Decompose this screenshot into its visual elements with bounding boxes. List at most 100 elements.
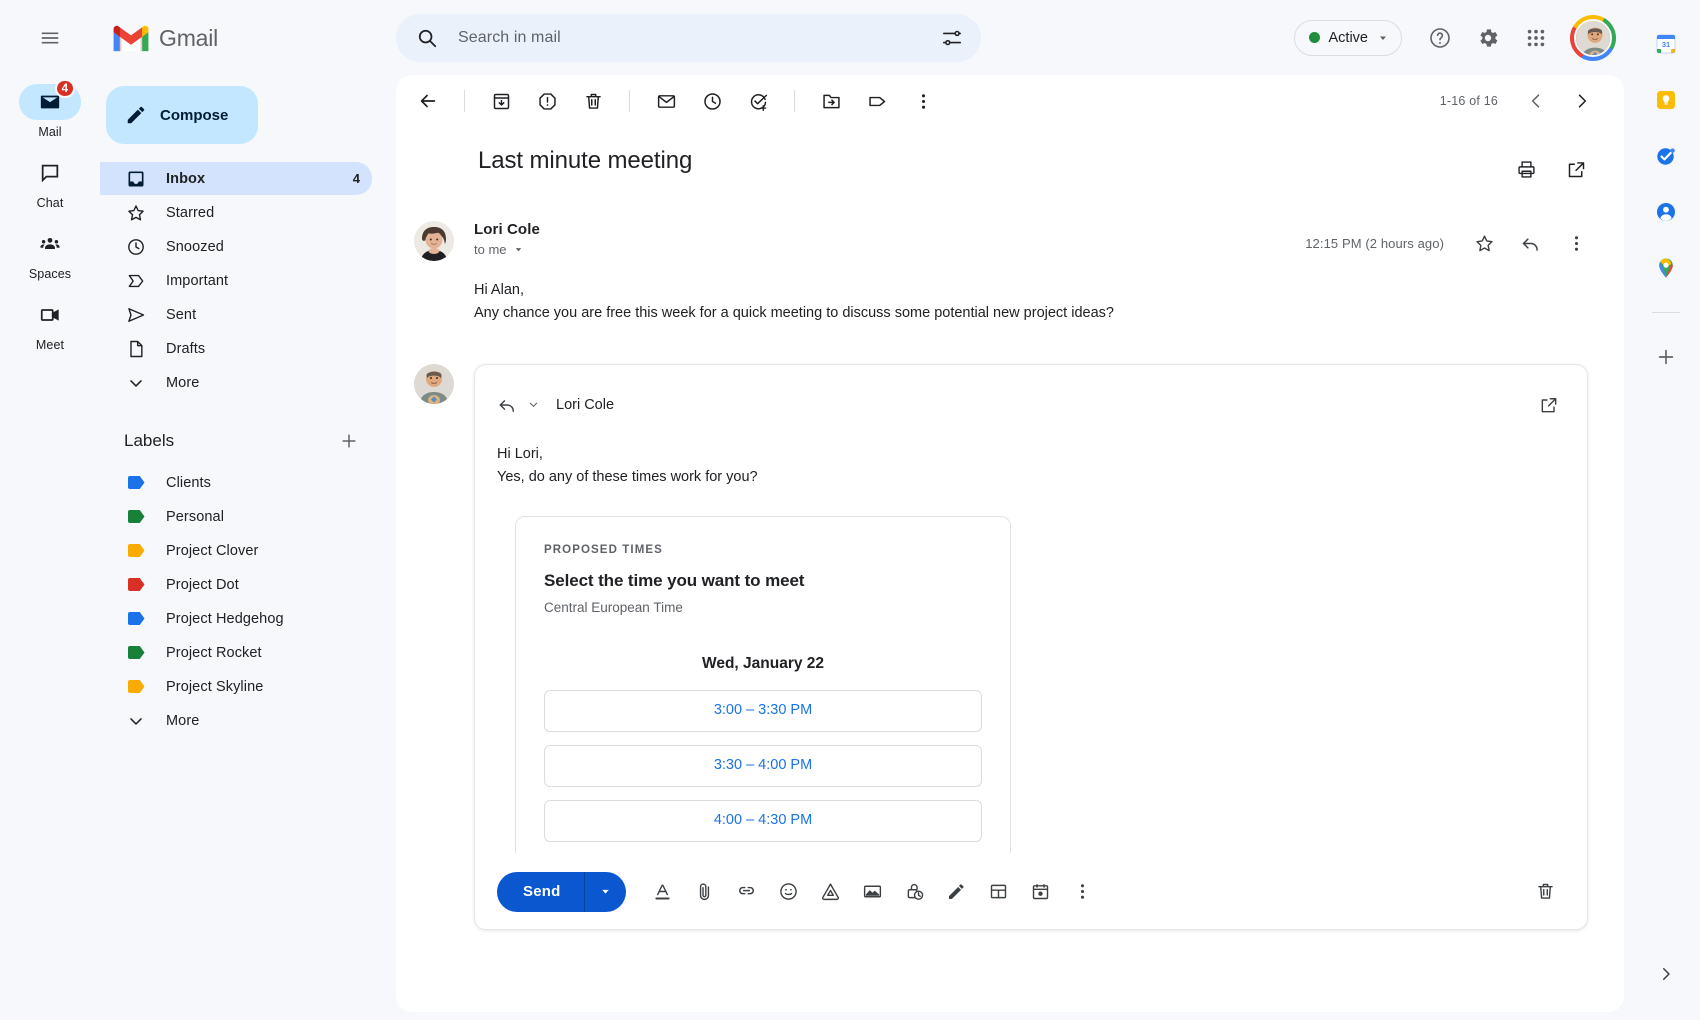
sidebar-item-drafts[interactable]: Drafts xyxy=(100,332,372,365)
insert-drive-icon[interactable] xyxy=(810,872,850,912)
label-name: Project Rocket xyxy=(166,645,372,661)
toolbar-divider xyxy=(464,90,465,112)
trash-icon[interactable] xyxy=(571,79,615,123)
reply-arrow-icon[interactable] xyxy=(497,395,517,415)
sidebar-item-snoozed[interactable]: Snoozed xyxy=(100,230,372,263)
caret-down-icon[interactable] xyxy=(527,398,540,411)
insert-photo-icon[interactable] xyxy=(852,872,892,912)
insert-emoji-icon[interactable] xyxy=(768,872,808,912)
sidebar-label-more: More xyxy=(166,375,372,391)
chevron-right-icon[interactable] xyxy=(1646,954,1686,994)
label-tag-icon[interactable] xyxy=(855,79,899,123)
labels-more-item[interactable]: More xyxy=(100,704,372,737)
recipient-toggle[interactable]: to me xyxy=(474,242,540,257)
thread-scroll-area[interactable]: Last minute meeting xyxy=(396,127,1624,1012)
snooze-clock-icon[interactable] xyxy=(690,79,734,123)
sidebar-item-sent[interactable]: Sent xyxy=(100,298,372,331)
status-active-chip[interactable]: Active xyxy=(1294,20,1403,56)
reply-arrow-icon[interactable] xyxy=(1508,221,1552,265)
back-arrow-icon[interactable] xyxy=(406,79,450,123)
message-header: Lori Cole to me 12:15 PM (2 hours ago) xyxy=(396,191,1624,265)
set-up-meeting-icon[interactable] xyxy=(1020,872,1060,912)
plus-icon[interactable] xyxy=(1646,337,1686,377)
add-to-tasks-icon[interactable] xyxy=(736,79,780,123)
google-calendar-icon[interactable]: 31 xyxy=(1646,24,1686,64)
proposed-times-title: Select the time you want to meet xyxy=(544,567,982,595)
report-spam-icon[interactable] xyxy=(525,79,569,123)
plus-icon[interactable] xyxy=(334,426,364,456)
more-vertical-icon[interactable] xyxy=(1554,221,1598,265)
label-item-project-rocket[interactable]: Project Rocket xyxy=(100,636,372,669)
label-item-project-clover[interactable]: Project Clover xyxy=(100,534,372,567)
compose-recipient[interactable]: Lori Cole xyxy=(556,397,614,413)
top-bar: Search in mail Active xyxy=(388,0,1632,75)
apps-grid-icon[interactable] xyxy=(1514,16,1558,60)
help-question-icon[interactable] xyxy=(1418,16,1462,60)
confidential-mode-icon[interactable] xyxy=(894,872,934,912)
label-item-project-skyline[interactable]: Project Skyline xyxy=(100,670,372,703)
rail-item-mail[interactable]: 4 Mail xyxy=(14,84,86,139)
label-item-personal[interactable]: Personal xyxy=(100,500,372,533)
mark-unread-icon[interactable] xyxy=(644,79,688,123)
rail-item-meet[interactable]: Meet xyxy=(14,297,86,352)
gmail-logo: Gmail xyxy=(100,14,388,62)
search-input[interactable]: Search in mail xyxy=(396,14,981,62)
google-maps-icon[interactable] xyxy=(1646,248,1686,288)
send-options-caret-down-icon[interactable] xyxy=(585,885,626,898)
rail-item-chat[interactable]: Chat xyxy=(14,155,86,210)
archive-icon[interactable] xyxy=(479,79,523,123)
move-to-folder-icon[interactable] xyxy=(809,79,853,123)
chevron-left-icon[interactable] xyxy=(1514,79,1558,123)
layout-template-icon[interactable] xyxy=(978,872,1018,912)
rail-label-meet: Meet xyxy=(36,338,64,352)
more-vertical-icon[interactable] xyxy=(901,79,945,123)
chevron-right-icon[interactable] xyxy=(1560,79,1604,123)
send-label: Send xyxy=(497,883,584,900)
time-slot-option[interactable]: 3:30 – 4:00 PM xyxy=(544,745,982,787)
sidebar-item-more[interactable]: More xyxy=(100,366,372,399)
google-contacts-icon[interactable] xyxy=(1646,192,1686,232)
search-options-icon[interactable] xyxy=(941,27,963,49)
toolbar-divider xyxy=(794,90,795,112)
insert-link-icon[interactable] xyxy=(726,872,766,912)
google-tasks-icon[interactable] xyxy=(1646,136,1686,176)
label-name: Personal xyxy=(166,509,372,525)
send-button[interactable]: Send xyxy=(497,872,626,912)
sidebar-item-inbox[interactable]: Inbox 4 xyxy=(100,162,372,195)
rail-item-spaces[interactable]: Spaces xyxy=(14,226,86,281)
star-outline-icon[interactable] xyxy=(1462,221,1506,265)
formatting-options-icon[interactable] xyxy=(642,872,682,912)
caret-down-icon xyxy=(513,244,524,255)
discard-draft-trash-icon[interactable] xyxy=(1525,872,1565,912)
account-avatar[interactable] xyxy=(1570,15,1616,61)
sidebar-label-starred: Starred xyxy=(166,205,372,221)
open-in-new-icon[interactable] xyxy=(1527,383,1571,427)
time-slot-option[interactable]: 3:00 – 3:30 PM xyxy=(544,690,982,732)
hamburger-menu-icon[interactable] xyxy=(26,14,74,62)
label-name: Project Hedgehog xyxy=(166,611,372,627)
label-item-clients[interactable]: Clients xyxy=(100,466,372,499)
labels-list: Clients Personal Project Clover Project … xyxy=(100,466,388,738)
compose-button[interactable]: Compose xyxy=(106,86,258,144)
sender-name: Lori Cole xyxy=(474,221,540,238)
label-item-project-dot[interactable]: Project Dot xyxy=(100,568,372,601)
page-title: Last minute meeting xyxy=(478,147,692,175)
important-chevron-icon xyxy=(126,271,146,291)
message-timestamp: 12:15 PM (2 hours ago) xyxy=(1305,236,1444,251)
label-tag-icon xyxy=(126,541,146,561)
open-in-new-icon[interactable] xyxy=(1554,147,1598,191)
insert-signature-icon[interactable] xyxy=(936,872,976,912)
gear-icon[interactable] xyxy=(1466,16,1510,60)
label-item-project-hedgehog[interactable]: Project Hedgehog xyxy=(100,602,372,635)
print-icon[interactable] xyxy=(1504,147,1548,191)
label-name: Project Skyline xyxy=(166,679,372,695)
sidebar-item-important[interactable]: Important xyxy=(100,264,372,297)
google-keep-icon[interactable] xyxy=(1646,80,1686,120)
sidebar-item-starred[interactable]: Starred xyxy=(100,196,372,229)
search-icon xyxy=(416,27,438,49)
message-body-line-2: Any chance you are free this week for a … xyxy=(474,302,1598,325)
attach-file-icon[interactable] xyxy=(684,872,724,912)
time-slot-option[interactable]: 4:00 – 4:30 PM xyxy=(544,800,982,842)
toolbar-divider xyxy=(629,90,630,112)
more-options-icon[interactable] xyxy=(1062,872,1102,912)
